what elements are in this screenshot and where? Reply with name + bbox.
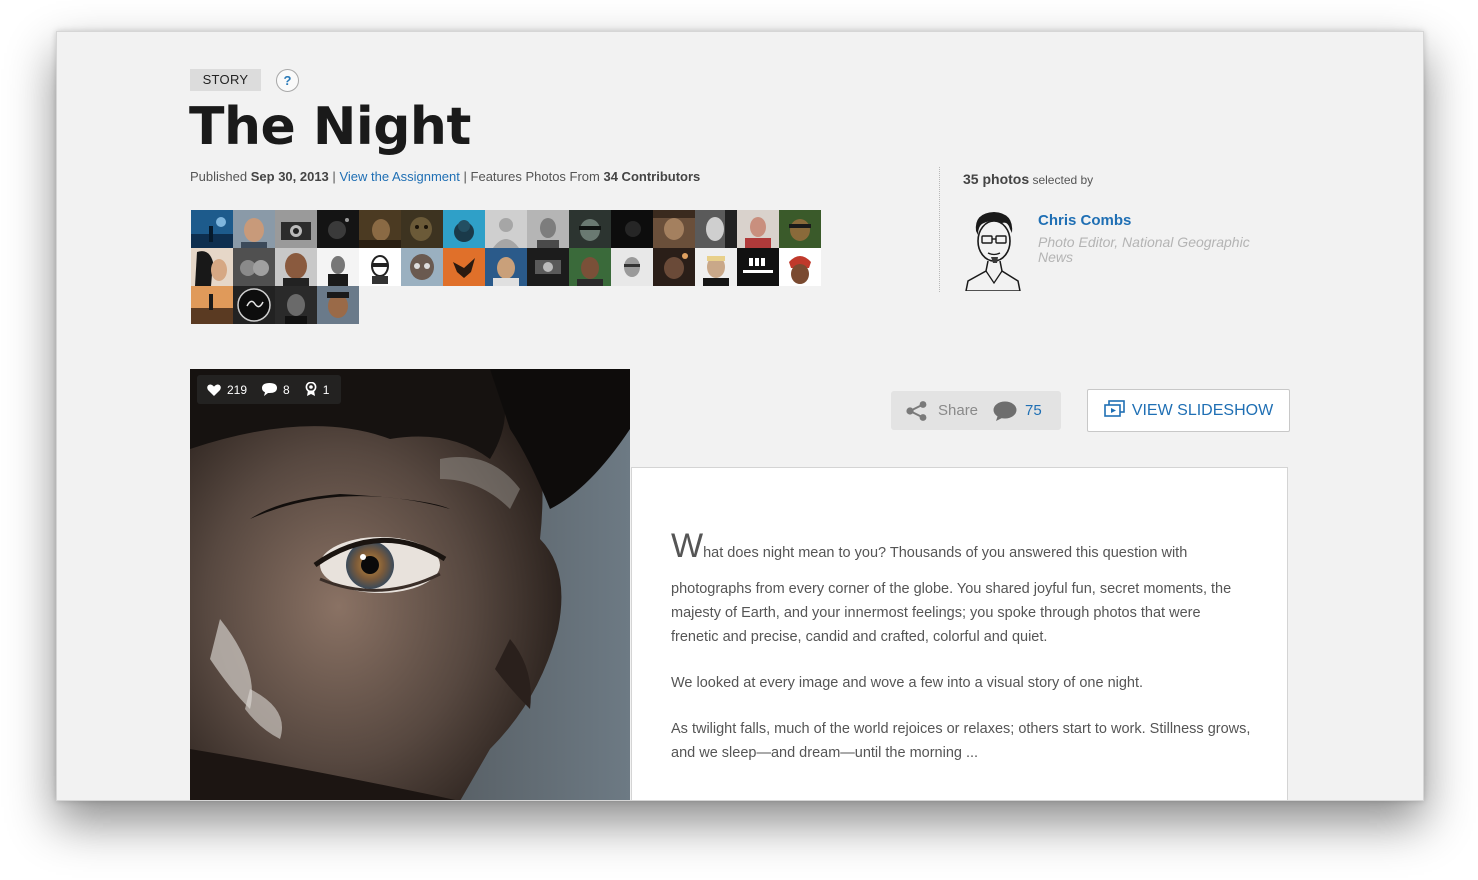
lead-rest-text: photographs from every corner of the glo… bbox=[671, 581, 1232, 645]
published-label: Published bbox=[190, 169, 248, 184]
selection-info: 35 photos selected by bbox=[963, 171, 1093, 187]
contributors-count: 34 Contributors bbox=[603, 169, 701, 184]
help-button[interactable]: ? bbox=[276, 69, 299, 92]
contributor-avatar[interactable] bbox=[569, 210, 611, 248]
story-paragraph-3: As twilight falls, much of the world rej… bbox=[671, 721, 1251, 761]
story-paragraph-1: What does night mean to you? Thousands o… bbox=[671, 529, 1251, 649]
contributor-avatar[interactable] bbox=[275, 286, 317, 324]
contributor-avatar[interactable] bbox=[317, 286, 359, 324]
view-slideshow-button[interactable]: VIEW SLIDESHOW bbox=[1087, 389, 1290, 432]
contributor-avatar[interactable] bbox=[401, 248, 443, 286]
contributor-avatar[interactable] bbox=[695, 248, 737, 286]
contributor-avatar[interactable] bbox=[317, 248, 359, 286]
share-label: Share bbox=[938, 402, 979, 419]
awards-stat[interactable]: 1 bbox=[305, 382, 330, 397]
story-page: STORY ? The Night Published Sep 30, 2013… bbox=[57, 32, 1423, 800]
contributor-avatar[interactable] bbox=[191, 248, 233, 286]
view-assignment-link[interactable]: View the Assignment bbox=[339, 169, 459, 184]
contributor-avatar[interactable] bbox=[527, 248, 569, 286]
comment-bubble-icon bbox=[993, 401, 1017, 421]
hero-image bbox=[190, 369, 630, 800]
contributor-avatar[interactable] bbox=[233, 210, 275, 248]
selected-by-label: selected by bbox=[1032, 173, 1094, 187]
contributor-avatar[interactable] bbox=[653, 210, 695, 248]
lead-first-text: hat does night mean to you? Thousands of… bbox=[703, 545, 1188, 561]
comments-stat[interactable]: 8 bbox=[262, 383, 290, 397]
share-button[interactable]: Share 75 bbox=[891, 391, 1061, 430]
comments-count: 8 bbox=[283, 382, 290, 397]
heart-icon bbox=[207, 383, 221, 396]
editor-name-link[interactable]: Chris Combs bbox=[1038, 212, 1131, 229]
photos-count: 35 photos bbox=[963, 171, 1030, 187]
editor-portrait-avatar[interactable] bbox=[962, 209, 1024, 291]
contributor-avatar[interactable] bbox=[191, 286, 233, 324]
contributor-avatar[interactable] bbox=[443, 248, 485, 286]
contributor-avatar[interactable] bbox=[233, 248, 275, 286]
likes-count: 219 bbox=[227, 382, 248, 397]
contributor-avatar[interactable] bbox=[779, 248, 821, 286]
published-date: Sep 30, 2013 bbox=[250, 169, 329, 184]
awards-count: 1 bbox=[322, 382, 330, 397]
likes-stat[interactable]: 219 bbox=[207, 383, 247, 397]
browser-window: STORY ? The Night Published Sep 30, 2013… bbox=[56, 31, 1424, 801]
editor-role: Photo Editor, National Geographic News bbox=[1038, 234, 1250, 265]
award-ribbon-icon bbox=[305, 382, 317, 396]
contributor-avatar[interactable] bbox=[233, 286, 275, 324]
contributor-avatar[interactable] bbox=[737, 210, 779, 248]
share-icon bbox=[906, 400, 927, 421]
contributor-avatar[interactable] bbox=[695, 210, 737, 248]
contributor-avatar[interactable] bbox=[737, 248, 779, 286]
contributor-avatar[interactable] bbox=[359, 210, 401, 248]
features-text: Features Photos From bbox=[470, 169, 600, 184]
story-body: What does night mean to you? Thousands o… bbox=[671, 529, 1251, 787]
contributor-avatar[interactable] bbox=[275, 210, 317, 248]
contributor-avatar[interactable] bbox=[611, 210, 653, 248]
contributor-avatar[interactable] bbox=[779, 210, 821, 248]
story-paragraph-2: We looked at every image and wove a few … bbox=[671, 675, 1144, 691]
drop-cap: W bbox=[671, 527, 704, 565]
contributor-avatar[interactable] bbox=[653, 248, 695, 286]
separator: | bbox=[332, 169, 336, 184]
photo-stats-bar: 219 8 1 bbox=[197, 375, 342, 404]
contributor-avatar[interactable] bbox=[611, 248, 653, 286]
contributor-avatar[interactable] bbox=[359, 248, 401, 286]
contributor-avatar-grid bbox=[191, 210, 821, 324]
comment-count[interactable]: 75 bbox=[1025, 402, 1042, 419]
contributor-avatar[interactable] bbox=[569, 248, 611, 286]
publish-info: Published Sep 30, 2013 | View the Assign… bbox=[190, 169, 700, 184]
contributor-avatar[interactable] bbox=[485, 248, 527, 286]
contributor-avatar[interactable] bbox=[275, 248, 317, 286]
view-slideshow-label: VIEW SLIDESHOW bbox=[1131, 401, 1274, 419]
contributor-avatar[interactable] bbox=[401, 210, 443, 248]
vertical-divider bbox=[939, 167, 940, 292]
separator: | bbox=[463, 169, 467, 184]
contributor-avatar[interactable] bbox=[443, 210, 485, 248]
hero-photo[interactable]: 219 8 1 bbox=[190, 369, 630, 800]
contributor-avatar[interactable] bbox=[191, 210, 233, 248]
slideshow-icon bbox=[1104, 400, 1125, 417]
lead-line: What does night mean to you? Thousands o… bbox=[671, 529, 1251, 565]
story-tag: STORY bbox=[190, 69, 261, 91]
story-text-card: What does night mean to you? Thousands o… bbox=[631, 467, 1288, 800]
contributor-avatar[interactable] bbox=[317, 210, 359, 248]
contributor-avatar[interactable] bbox=[527, 210, 569, 248]
page-title: The Night bbox=[189, 97, 471, 157]
speech-bubble-icon bbox=[262, 383, 278, 396]
contributor-avatar[interactable] bbox=[485, 210, 527, 248]
